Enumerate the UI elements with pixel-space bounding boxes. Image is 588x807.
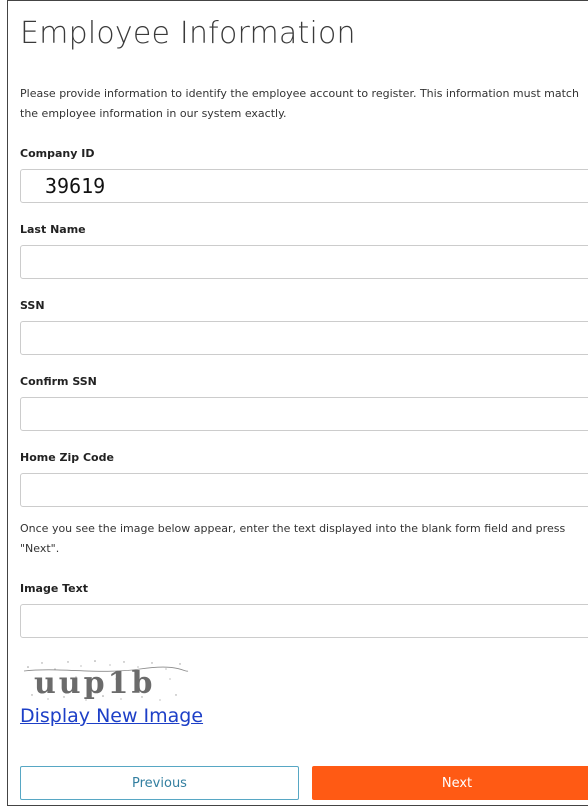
image-text-label: Image Text (20, 582, 88, 595)
last-name-input[interactable] (20, 245, 588, 279)
intro-text: Please provide information to identify t… (20, 87, 579, 120)
home-zip-code-input[interactable] (20, 473, 588, 507)
confirm-ssn-input[interactable] (20, 397, 588, 431)
last-name-label: Last Name (20, 223, 86, 236)
ssn-label: SSN (20, 299, 45, 312)
page-title: Employee Information (20, 16, 356, 51)
next-button[interactable]: Next (312, 766, 588, 800)
company-id-label: Company ID (20, 147, 95, 160)
home-zip-code-label: Home Zip Code (20, 451, 114, 464)
company-id-input[interactable] (20, 169, 588, 203)
ssn-input[interactable] (20, 321, 588, 355)
captcha-instructions: Once you see the image below appear, ent… (20, 522, 566, 555)
display-new-image-link[interactable]: Display New Image (20, 705, 203, 727)
captcha-image: uup1b (20, 657, 190, 703)
confirm-ssn-label: Confirm SSN (20, 375, 97, 388)
captcha-text: uup1b (34, 666, 155, 701)
previous-button[interactable]: Previous (20, 766, 299, 800)
image-text-input[interactable] (20, 604, 588, 638)
